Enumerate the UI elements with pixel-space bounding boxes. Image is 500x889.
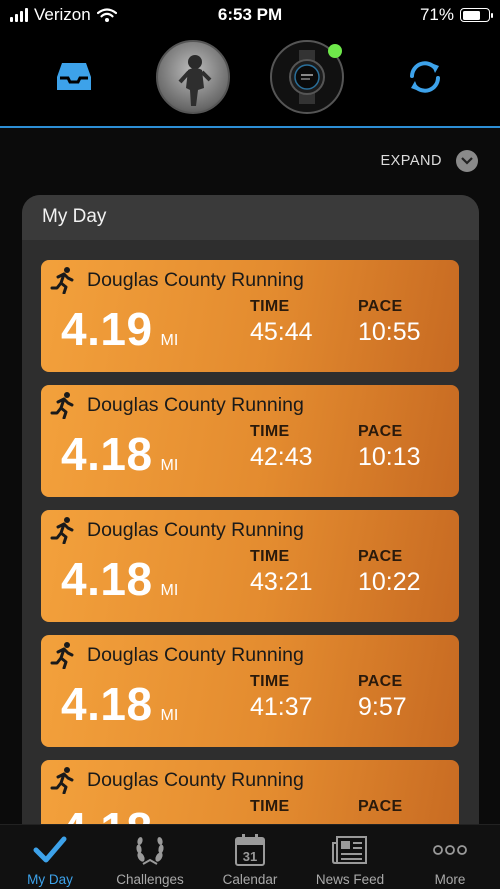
- main-content: EXPAND My Day Douglas County Running 4.19…: [0, 128, 500, 824]
- tab-bar: My Day Challenges 31 Calendar News Feed …: [0, 824, 500, 889]
- panel-title: My Day: [22, 195, 479, 240]
- svg-text:31: 31: [243, 849, 257, 864]
- chevron-down-icon: [456, 150, 478, 172]
- pace-stat: PACE 10:22: [358, 548, 421, 597]
- pace-label: PACE: [358, 548, 403, 565]
- activity-title: Douglas County Running: [87, 643, 304, 666]
- time-label: TIME: [250, 298, 290, 315]
- avatar: [156, 40, 230, 114]
- time-label: TIME: [250, 423, 290, 440]
- wifi-icon: [96, 8, 117, 22]
- distance-value: 4.19: [61, 303, 153, 355]
- tab-challenges[interactable]: Challenges: [100, 825, 200, 889]
- battery-percent: 71%: [419, 5, 454, 24]
- tab-calendar[interactable]: 31 Calendar: [200, 825, 300, 889]
- pace-value: 9:57: [358, 693, 407, 721]
- tab-label: Challenges: [116, 872, 184, 887]
- distance-unit: MI: [160, 457, 179, 474]
- time-stat: TIME: [250, 798, 289, 818]
- activity-title: Douglas County Running: [87, 268, 304, 291]
- status-bar: Verizon 6:53 PM 71%: [0, 0, 500, 30]
- time-stat: TIME 45:44: [250, 298, 313, 347]
- profile-button[interactable]: [156, 40, 230, 114]
- activity-title: Douglas County Running: [87, 393, 304, 416]
- distance-unit: MI: [160, 582, 179, 599]
- time-value: 43:21: [250, 568, 313, 596]
- distance-value: 4.18: [61, 678, 153, 730]
- inbox-icon: [57, 63, 91, 90]
- running-icon: [50, 767, 74, 794]
- tab-label: News Feed: [315, 872, 385, 887]
- expand-button[interactable]: EXPAND: [380, 150, 478, 172]
- watch-device: [270, 40, 344, 114]
- time-label: TIME: [250, 548, 290, 565]
- pace-stat: PACE 10:13: [358, 423, 421, 472]
- distance-value: 4.18: [61, 802, 153, 824]
- laurel-icon: [136, 837, 164, 865]
- time-label: TIME: [250, 798, 290, 815]
- expand-label: EXPAND: [380, 153, 442, 169]
- runner-photo: [178, 55, 212, 106]
- clock: 6:53 PM: [217, 5, 283, 24]
- running-icon: [50, 642, 74, 669]
- pace-label: PACE: [358, 298, 403, 315]
- inbox-button[interactable]: [37, 40, 111, 114]
- top-nav: [0, 30, 500, 126]
- pace-value: 10:13: [358, 443, 421, 471]
- time-stat: TIME 43:21: [250, 548, 313, 597]
- pace-stat: PACE: [358, 798, 402, 818]
- cell-signal-icon: [10, 8, 28, 22]
- battery-icon: [460, 8, 493, 22]
- time-stat: TIME 42:43: [250, 423, 313, 472]
- pace-value: 10:55: [358, 318, 421, 346]
- activity-title: Douglas County Running: [87, 518, 304, 541]
- tab-label: Calendar: [222, 872, 278, 887]
- running-icon: [50, 392, 74, 419]
- time-label: TIME: [250, 673, 290, 690]
- pace-stat: PACE 10:55: [358, 298, 421, 347]
- activity-card[interactable]: Douglas County Running 4.18 MI TIME 43:21 PAC…: [41, 510, 459, 622]
- activity-card[interactable]: Douglas County Running 4.18 MI TIME 41:37 PAC…: [41, 635, 459, 747]
- distance-value: 4.18: [61, 553, 153, 605]
- newspaper-icon: [332, 836, 367, 864]
- activity-card[interactable]: Douglas County Running 4.18 MI TIME 42:43 PAC…: [41, 385, 459, 497]
- activity-title: Douglas County Running: [87, 768, 304, 791]
- time-value: 41:37: [250, 693, 313, 721]
- time-value: 45:44: [250, 318, 313, 346]
- device-button[interactable]: [270, 40, 344, 114]
- pace-value: 10:22: [358, 568, 421, 596]
- my-day-panel: My Day Douglas County Running 4.19 MI TIME 4…: [22, 195, 479, 824]
- more-dots-icon: [433, 845, 467, 855]
- sync-button[interactable]: [388, 40, 462, 114]
- activity-card[interactable]: Douglas County Running4.18MITIMEPACE: [41, 760, 459, 824]
- tab-label: More: [434, 872, 466, 887]
- running-icon: [50, 517, 74, 544]
- distance-value: 4.18: [61, 428, 153, 480]
- device-connected-indicator: [328, 44, 342, 58]
- carrier-label: Verizon: [34, 5, 91, 24]
- running-icon: [50, 267, 74, 294]
- time-value: 42:43: [250, 443, 313, 471]
- activity-card[interactable]: Douglas County Running 4.19 MI TIME 45:44 PAC…: [41, 260, 459, 372]
- pace-label: PACE: [358, 673, 403, 690]
- pace-label: PACE: [358, 798, 403, 815]
- sync-icon: [410, 61, 440, 93]
- tab-my-day[interactable]: My Day: [0, 825, 100, 889]
- tab-label: My Day: [27, 872, 73, 887]
- tab-more[interactable]: More: [400, 825, 500, 889]
- watch-icon: [289, 50, 325, 104]
- calendar-icon: 31: [235, 834, 265, 866]
- tab-news-feed[interactable]: News Feed: [300, 825, 400, 889]
- distance-unit: MI: [160, 332, 179, 349]
- pace-stat: PACE 9:57: [358, 673, 407, 722]
- time-stat: TIME 41:37: [250, 673, 313, 722]
- pace-label: PACE: [358, 423, 403, 440]
- checkmark-icon: [33, 836, 67, 863]
- distance-unit: MI: [160, 707, 179, 724]
